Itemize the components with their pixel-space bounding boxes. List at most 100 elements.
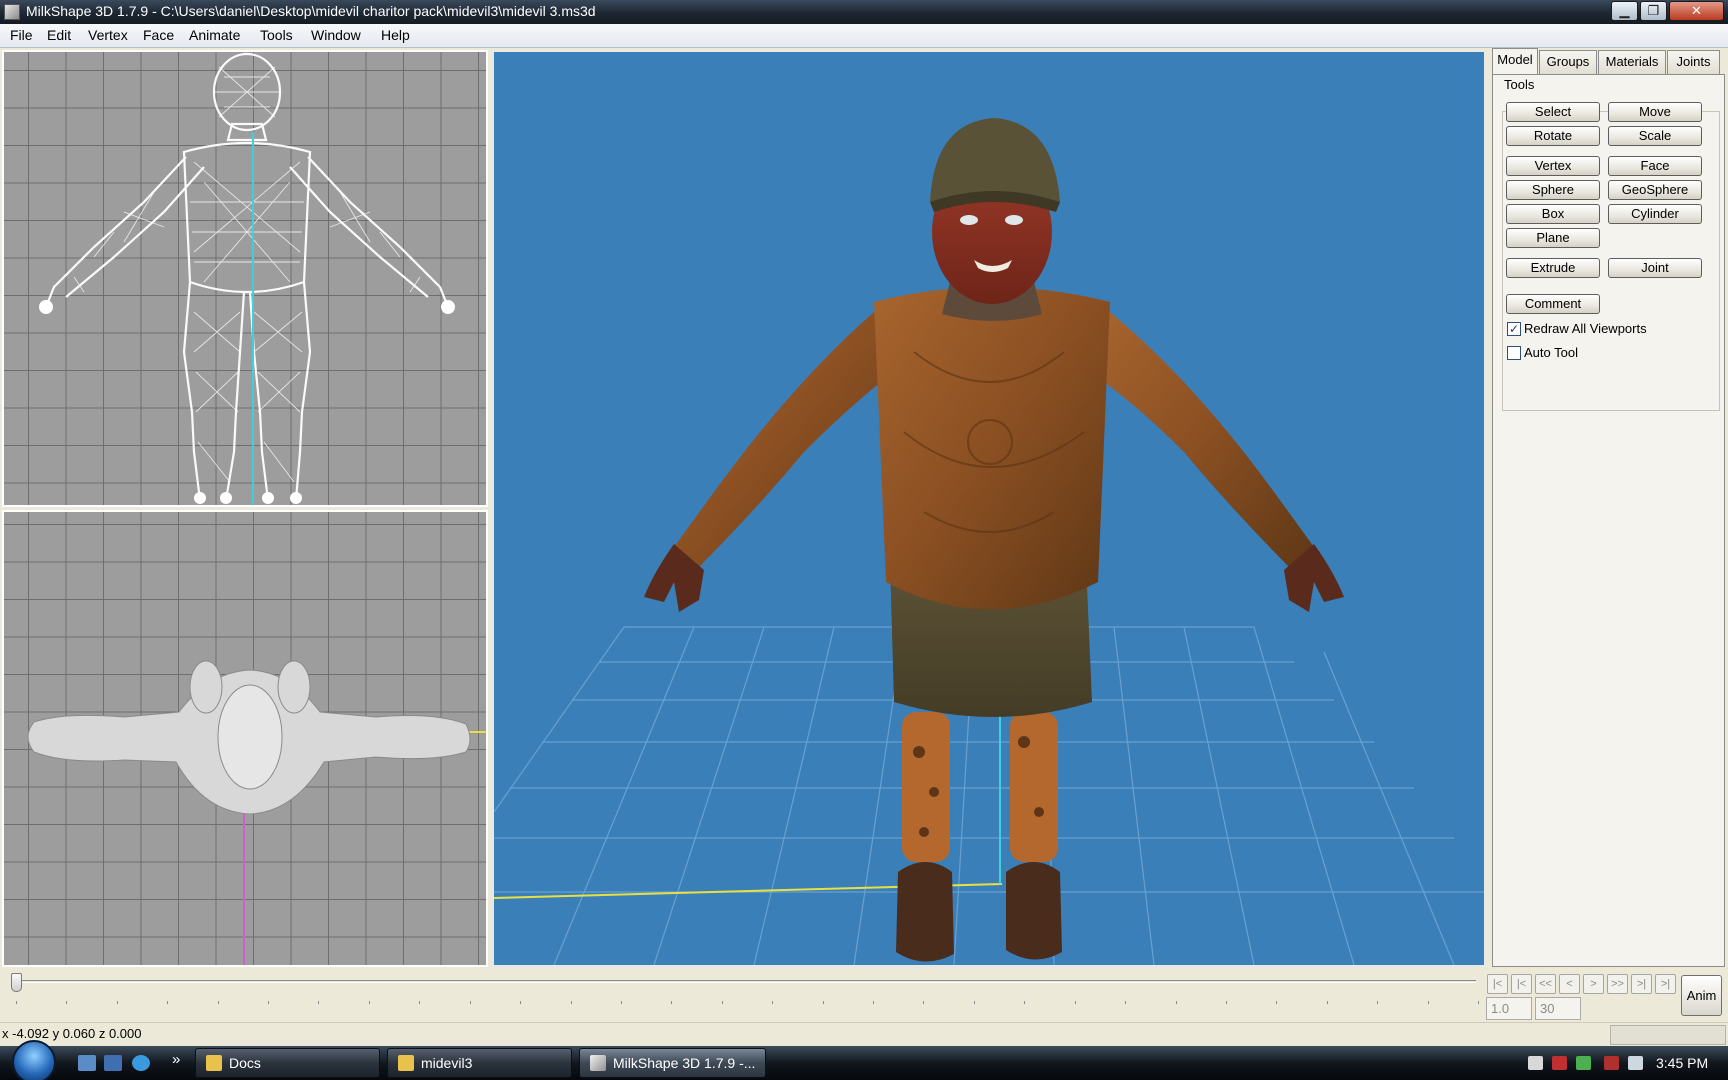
rotate-button[interactable]: Rotate: [1506, 126, 1600, 146]
3d-perspective-viewport[interactable]: [492, 50, 1486, 967]
comment-button[interactable]: Comment: [1506, 294, 1600, 314]
menu-tools[interactable]: Tools: [258, 27, 295, 43]
box-button[interactable]: Box: [1506, 204, 1600, 224]
minimize-button[interactable]: ▁: [1611, 1, 1638, 21]
redraw-all-viewports-label: Redraw All Viewports: [1524, 321, 1647, 336]
menu-vertex[interactable]: Vertex: [86, 27, 130, 43]
tab-model[interactable]: Model: [1492, 48, 1538, 75]
total-frames-field[interactable]: 30: [1535, 997, 1581, 1020]
folder-icon: [206, 1055, 222, 1071]
first-frame-icon[interactable]: |<: [1487, 974, 1508, 994]
menu-edit[interactable]: Edit: [45, 27, 73, 43]
tab-groups[interactable]: Groups: [1539, 50, 1597, 74]
move-button[interactable]: Move: [1608, 102, 1702, 122]
frame-tick: [469, 1001, 471, 1004]
taskbar-item-label: MilkShape 3D 1.7.9 -...: [613, 1055, 756, 1071]
close-button[interactable]: ✕: [1669, 1, 1724, 21]
start-button[interactable]: [12, 1040, 56, 1080]
prev-key-icon[interactable]: |<: [1511, 974, 1532, 994]
select-button[interactable]: Select: [1506, 102, 1600, 122]
animation-timeline: |< |< << < > >> >| >| 1.0 30 Anim: [0, 968, 1728, 1024]
frame-tick: [822, 1001, 824, 1004]
next-key-icon[interactable]: >|: [1631, 974, 1652, 994]
frame-tick: [1427, 1001, 1429, 1004]
frame-tick: [1074, 1001, 1076, 1004]
internet-explorer-icon[interactable]: [132, 1055, 150, 1071]
textured-character-model: [494, 118, 1484, 965]
window-title: MilkShape 3D 1.7.9 - C:\Users\daniel\Des…: [26, 3, 596, 19]
tab-materials[interactable]: Materials: [1598, 50, 1666, 74]
frame-slider-track[interactable]: [14, 980, 1476, 983]
taskbar-item-milkshape[interactable]: MilkShape 3D 1.7.9 -...: [579, 1048, 766, 1078]
last-frame-icon[interactable]: >|: [1655, 974, 1676, 994]
frame-tick: [368, 1001, 370, 1004]
menu-file[interactable]: File: [8, 27, 35, 43]
vertex-button[interactable]: Vertex: [1506, 156, 1600, 176]
frame-tick: [721, 1001, 723, 1004]
frame-tick: [167, 1001, 169, 1004]
frame-tick: [1175, 1001, 1177, 1004]
frame-tick: [318, 1001, 320, 1004]
top-view-model: [27, 660, 486, 965]
cylinder-button[interactable]: Cylinder: [1608, 204, 1702, 224]
geosphere-button[interactable]: GeoSphere: [1608, 180, 1702, 200]
menu-help[interactable]: Help: [379, 27, 412, 43]
milkshape-icon: [590, 1055, 606, 1071]
frame-tick: [671, 1001, 673, 1004]
title-bar: MilkShape 3D 1.7.9 - C:\Users\daniel\Des…: [0, 0, 1728, 24]
front-viewport[interactable]: [2, 50, 488, 507]
frame-tick: [1478, 1001, 1479, 1004]
quicklaunch-more-icon[interactable]: »: [172, 1051, 180, 1068]
clock[interactable]: 3:45 PM: [1656, 1055, 1708, 1071]
face-button[interactable]: Face: [1608, 156, 1702, 176]
frame-tick: [1024, 1001, 1026, 1004]
taskbar-item-midevil3[interactable]: midevil3: [387, 1048, 572, 1078]
windows-taskbar: » Docs midevil3 MilkShape 3D 1.7.9 -... …: [0, 1040, 1728, 1080]
tray-icon-3[interactable]: [1576, 1056, 1591, 1070]
frame-tick: [66, 1001, 68, 1004]
tray-icon-1[interactable]: [1528, 1056, 1543, 1070]
redraw-all-viewports-checkbox[interactable]: ✓: [1507, 322, 1521, 336]
tray-icon-2[interactable]: [1552, 1056, 1567, 1070]
frame-slider-thumb[interactable]: [11, 973, 22, 992]
menu-window[interactable]: Window: [309, 27, 363, 43]
frame-tick: [1326, 1001, 1328, 1004]
extrude-button[interactable]: Extrude: [1506, 258, 1600, 278]
frame-tick: [217, 1001, 219, 1004]
switch-windows-icon[interactable]: [104, 1055, 122, 1071]
auto-tool-label: Auto Tool: [1524, 345, 1578, 360]
frame-tick: [973, 1001, 975, 1004]
menu-face[interactable]: Face: [141, 27, 176, 43]
frame-tick: [268, 1001, 270, 1004]
frame-tick: [923, 1001, 925, 1004]
auto-tool-checkbox[interactable]: [1507, 346, 1521, 360]
anim-button[interactable]: Anim: [1681, 975, 1722, 1016]
next-frame-icon[interactable]: >: [1583, 974, 1604, 994]
maximize-button[interactable]: ❐: [1640, 1, 1667, 21]
frame-tick: [772, 1001, 774, 1004]
tab-joints[interactable]: Joints: [1667, 50, 1720, 74]
prev-frame-icon[interactable]: <: [1559, 974, 1580, 994]
current-frame-field[interactable]: 1.0: [1486, 997, 1532, 1020]
volume-icon[interactable]: [1628, 1056, 1643, 1070]
tools-group-label: Tools: [1502, 77, 1537, 92]
frame-tick: [620, 1001, 622, 1004]
menu-bar: File Edit Vertex Face Animate Tools Wind…: [0, 24, 1728, 48]
sphere-button[interactable]: Sphere: [1506, 180, 1600, 200]
plane-button[interactable]: Plane: [1506, 228, 1600, 248]
menu-animate[interactable]: Animate: [187, 27, 242, 43]
top-viewport[interactable]: [2, 510, 488, 967]
taskbar-item-docs[interactable]: Docs: [195, 1048, 380, 1078]
rewind-icon[interactable]: <<: [1535, 974, 1556, 994]
folder-icon: [398, 1055, 414, 1071]
milkshape-app-icon: [4, 4, 20, 20]
frame-tick: [520, 1001, 522, 1004]
frame-tick: [1225, 1001, 1227, 1004]
frame-tick: [116, 1001, 118, 1004]
network-icon[interactable]: [1604, 1056, 1619, 1070]
joint-button[interactable]: Joint: [1608, 258, 1702, 278]
fast-forward-icon[interactable]: >>: [1607, 974, 1628, 994]
frame-tick: [1377, 1001, 1379, 1004]
show-desktop-icon[interactable]: [78, 1055, 96, 1071]
scale-button[interactable]: Scale: [1608, 126, 1702, 146]
